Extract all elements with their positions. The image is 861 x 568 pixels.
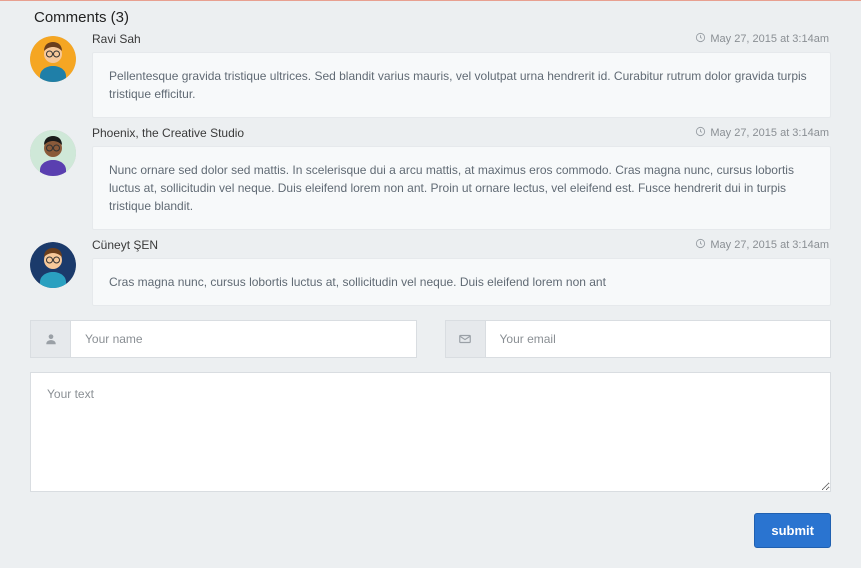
clock-icon bbox=[695, 32, 706, 46]
comment-text: Cras magna nunc, cursus lobortis luctus … bbox=[92, 258, 831, 306]
avatar bbox=[30, 242, 76, 288]
comment-author[interactable]: Cüneyt ŞEN bbox=[92, 238, 158, 252]
comment-author[interactable]: Ravi Sah bbox=[92, 32, 141, 46]
comment-item: Cüneyt ŞEN May 27, 2015 at 3:14am Cras mag… bbox=[30, 238, 831, 306]
comment-date: May 27, 2015 at 3:14am bbox=[695, 238, 829, 252]
avatar bbox=[30, 130, 76, 176]
name-input[interactable] bbox=[70, 320, 417, 358]
comments-title: Comments (3) bbox=[34, 9, 831, 26]
comment-date: May 27, 2015 at 3:14am bbox=[695, 32, 829, 46]
comment-item: Ravi Sah May 27, 2015 at 3:14am Pellentesq… bbox=[30, 32, 831, 118]
email-input[interactable] bbox=[485, 320, 832, 358]
comment-text: Pellentesque gravida tristique ultrices.… bbox=[92, 52, 831, 118]
text-input[interactable] bbox=[30, 372, 831, 492]
comment-author[interactable]: Phoenix, the Creative Studio bbox=[92, 126, 244, 140]
comment-item: Phoenix, the Creative Studio May 27, 2015… bbox=[30, 126, 831, 230]
clock-icon bbox=[695, 126, 706, 140]
user-icon bbox=[30, 320, 70, 358]
submit-button[interactable]: submit bbox=[754, 513, 831, 548]
comment-text: Nunc ornare sed dolor sed mattis. In sce… bbox=[92, 146, 831, 230]
envelope-icon bbox=[445, 320, 485, 358]
email-input-group bbox=[445, 320, 832, 358]
avatar bbox=[30, 36, 76, 82]
comment-date: May 27, 2015 at 3:14am bbox=[695, 126, 829, 140]
clock-icon bbox=[695, 238, 706, 252]
name-input-group bbox=[30, 320, 417, 358]
